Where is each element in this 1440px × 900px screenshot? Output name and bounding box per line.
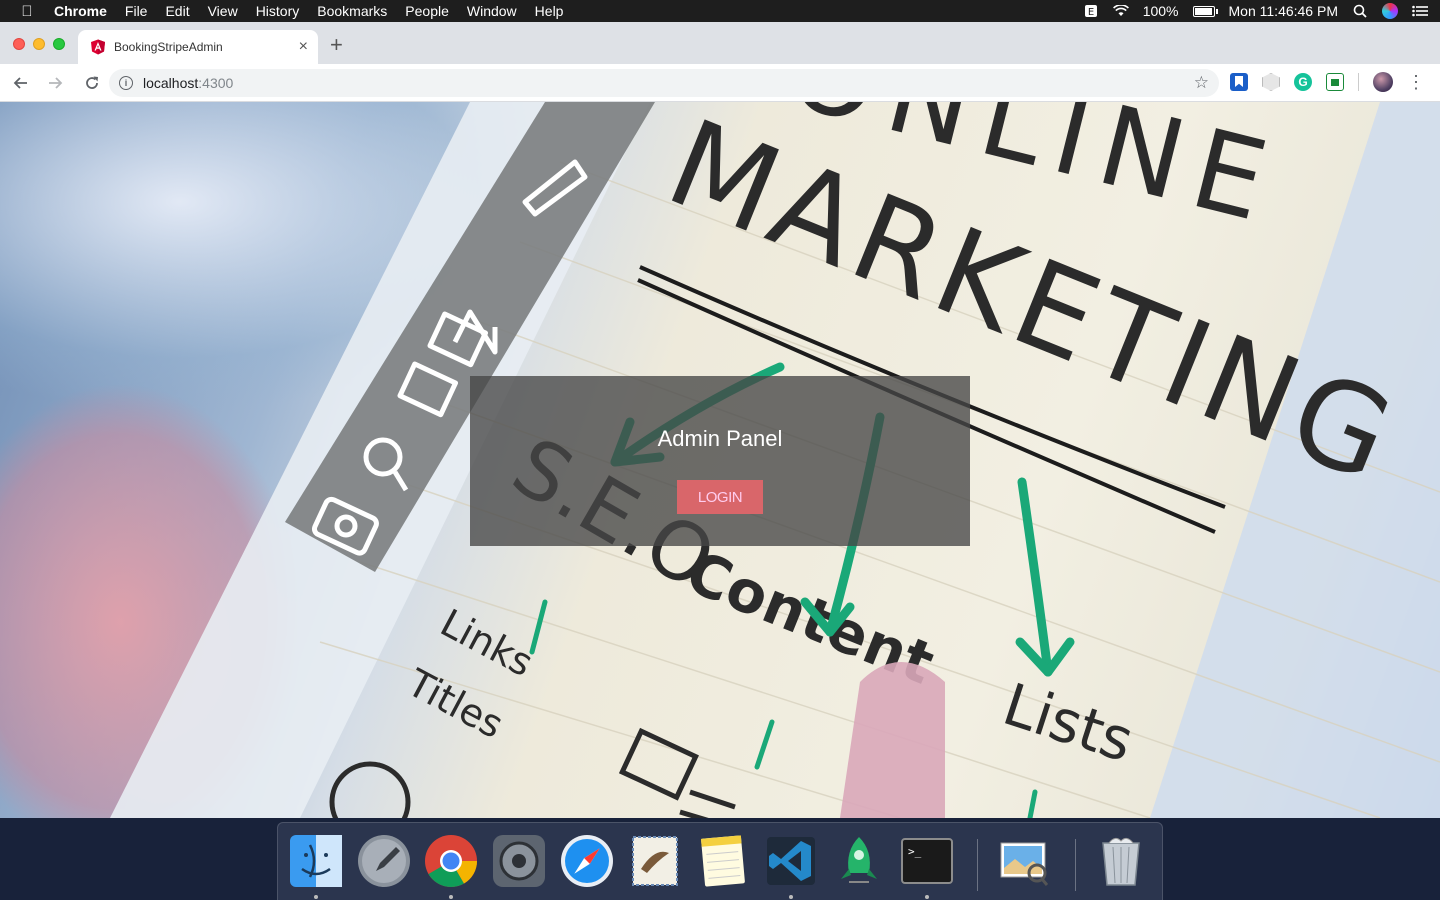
robo3t-icon[interactable] bbox=[831, 833, 887, 889]
terminal-running-indicator bbox=[925, 895, 929, 899]
menu-people[interactable]: People bbox=[396, 0, 458, 22]
profile-avatar[interactable] bbox=[1373, 72, 1393, 92]
bg-word-titles: Titles bbox=[399, 660, 510, 747]
input-source-icon[interactable]: E bbox=[1083, 4, 1099, 18]
extensions-area: G ⋮ bbox=[1230, 72, 1425, 92]
menu-help[interactable]: Help bbox=[526, 0, 573, 22]
angular-favicon-icon bbox=[91, 39, 105, 55]
reload-button[interactable] bbox=[76, 67, 108, 99]
tab-title: BookingStripeAdmin bbox=[114, 40, 223, 54]
wifi-icon[interactable] bbox=[1112, 4, 1129, 18]
url-host: localhost bbox=[143, 75, 199, 91]
back-button[interactable] bbox=[4, 67, 36, 99]
shield-extension-icon[interactable] bbox=[1262, 73, 1280, 91]
sheets-extension-icon[interactable] bbox=[1326, 73, 1344, 91]
macos-dock: >_ bbox=[277, 822, 1163, 900]
bookmark-extension-icon[interactable] bbox=[1230, 73, 1248, 91]
menu-view[interactable]: View bbox=[199, 0, 247, 22]
safari-icon[interactable] bbox=[559, 833, 615, 889]
chrome-running-indicator bbox=[449, 895, 453, 899]
menu-window[interactable]: Window bbox=[458, 0, 526, 22]
finder-icon[interactable] bbox=[288, 833, 344, 889]
browser-toolbar: i localhost:4300 ☆ G ⋮ bbox=[0, 64, 1440, 102]
launchpad-icon[interactable] bbox=[356, 833, 412, 889]
menu-bookmarks[interactable]: Bookmarks bbox=[308, 0, 396, 22]
reload-icon bbox=[86, 76, 98, 89]
system-preferences-icon[interactable] bbox=[491, 833, 547, 889]
notes-icon[interactable] bbox=[695, 833, 751, 889]
new-tab-button[interactable]: + bbox=[330, 32, 343, 58]
panel-title: Admin Panel bbox=[657, 426, 783, 451]
window-zoom-button[interactable] bbox=[53, 38, 65, 50]
battery-percentage: 100% bbox=[1142, 3, 1179, 19]
dock-separator-2 bbox=[1075, 839, 1076, 891]
forward-button[interactable] bbox=[40, 67, 72, 99]
browser-tab-strip: BookingStripeAdmin × + bbox=[0, 22, 1440, 64]
chrome-icon[interactable] bbox=[423, 833, 479, 889]
macos-dock-area: >_ bbox=[0, 818, 1440, 900]
menu-app-chrome[interactable]: Chrome bbox=[54, 0, 116, 22]
spotlight-search-icon[interactable] bbox=[1352, 4, 1368, 18]
menu-history[interactable]: History bbox=[247, 0, 309, 22]
finder-running-indicator bbox=[314, 895, 318, 899]
site-info-icon[interactable]: i bbox=[119, 76, 133, 90]
trash-icon[interactable] bbox=[1093, 833, 1149, 889]
admin-login-card: Admin Panel LOGIN bbox=[470, 376, 970, 546]
window-close-button[interactable] bbox=[13, 38, 25, 50]
siri-icon[interactable] bbox=[1382, 3, 1398, 19]
toolbar-divider bbox=[1358, 73, 1359, 91]
notification-center-icon[interactable] bbox=[1412, 4, 1428, 18]
address-bar[interactable]: i localhost:4300 ☆ bbox=[109, 69, 1219, 97]
bg-word-links: Links bbox=[433, 601, 540, 686]
svg-text:E: E bbox=[1088, 7, 1094, 18]
menu-edit[interactable]: Edit bbox=[156, 0, 198, 22]
arrow-right-icon bbox=[49, 76, 63, 89]
terminal-prompt: >_ bbox=[908, 845, 922, 858]
menubar-clock[interactable]: Mon 11:46:46 PM bbox=[1229, 3, 1338, 19]
macos-menu-bar:  Chrome File Edit View History Bookmark… bbox=[0, 0, 1440, 22]
menu-file[interactable]: File bbox=[116, 0, 157, 22]
terminal-icon[interactable]: >_ bbox=[899, 833, 955, 889]
bookmark-star-icon[interactable]: ☆ bbox=[1194, 73, 1209, 93]
grammarly-extension-icon[interactable]: G bbox=[1294, 73, 1312, 91]
preview-icon[interactable] bbox=[995, 833, 1051, 889]
more-menu-icon[interactable]: ⋮ bbox=[1407, 73, 1425, 91]
apple-menu-icon[interactable]:  bbox=[0, 3, 54, 20]
mail-icon[interactable] bbox=[627, 833, 683, 889]
battery-icon[interactable] bbox=[1192, 5, 1218, 17]
tab-close-icon[interactable]: × bbox=[299, 39, 308, 55]
dock-separator bbox=[977, 839, 978, 891]
login-button[interactable]: LOGIN bbox=[677, 480, 763, 514]
url-port: :4300 bbox=[198, 75, 234, 91]
page-viewport: ONLINE MARKETING S.E.O Content Lists Lin… bbox=[0, 102, 1440, 818]
arrow-left-icon bbox=[13, 76, 27, 89]
bg-word-lists: Lists bbox=[995, 670, 1141, 775]
vscode-icon[interactable] bbox=[763, 833, 819, 889]
window-minimize-button[interactable] bbox=[33, 38, 45, 50]
browser-tab-active[interactable]: BookingStripeAdmin × bbox=[78, 30, 318, 64]
vscode-running-indicator bbox=[789, 895, 793, 899]
